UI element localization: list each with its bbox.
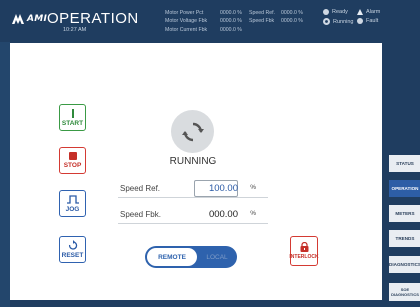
running-label: Running xyxy=(333,18,354,25)
nav-item-diagnostics[interactable]: DIAGNOSTICS xyxy=(389,256,420,273)
status-row: Motor Power Pct 0000.0 % Speed Ref. 0000.0 … xyxy=(165,9,313,17)
speed-fbk-label: Speed Fbk. xyxy=(120,210,161,219)
nav-item-soe-diagnostics[interactable]: SOE DIAGNOSTICS xyxy=(389,283,420,301)
start-label: START xyxy=(61,119,84,127)
nav-item-status[interactable]: STATUS xyxy=(389,155,420,172)
nav-item-meters[interactable]: METERS xyxy=(389,205,420,222)
readout-label: Motor Voltage Fbk xyxy=(165,18,208,25)
nav-item-operation[interactable]: OPERATION xyxy=(389,180,420,197)
speed-ref-value: 100.00 xyxy=(208,183,238,194)
status-row: Motor Voltage Fbk 0000.0 % Speed Fbk 0000.0… xyxy=(165,17,313,25)
readout-label: Motor Power Pct xyxy=(165,10,204,16)
nav-item-trends[interactable]: TRENDS xyxy=(389,230,420,247)
speed-fbk-unit: % xyxy=(250,210,256,217)
remote-option[interactable]: REMOTE xyxy=(147,248,197,266)
readout-label: Speed Fbk xyxy=(249,18,275,25)
readout-label: Motor Current Fbk xyxy=(165,26,208,33)
jog-pulse-icon xyxy=(66,194,79,204)
refresh-icon xyxy=(181,122,204,141)
fault-indicator: Fault xyxy=(357,18,378,24)
jog-label: JOG xyxy=(65,205,80,213)
page-title: OPERATION xyxy=(47,10,139,27)
reset-icon xyxy=(68,240,77,250)
speed-ref-unit: % xyxy=(250,184,256,191)
alarm-triangle-icon xyxy=(357,9,363,15)
reset-button[interactable]: RESET xyxy=(59,236,86,263)
left-edge-strip xyxy=(0,42,10,307)
reset-label: RESET xyxy=(61,252,84,259)
stop-button[interactable]: STOP xyxy=(59,147,86,174)
start-icon xyxy=(71,108,74,118)
ready-indicator: Ready xyxy=(323,9,348,15)
alarm-indicator: Alarm xyxy=(357,9,380,15)
interlock-button[interactable]: INTERLOCK xyxy=(289,236,319,266)
hmi-screen: AMI OPERATION 10:27 AM Motor Power Pct 00… xyxy=(0,0,420,307)
speed-ref-label: Speed Ref. xyxy=(120,184,161,193)
status-readouts: Motor Power Pct 0000.0 % Speed Ref. 0000.0 … xyxy=(165,9,313,34)
remote-local-toggle[interactable]: REMOTE LOCAL xyxy=(145,246,237,268)
run-state-indicator xyxy=(171,110,214,153)
stop-icon xyxy=(68,152,77,160)
running-indicator: Running xyxy=(323,18,354,25)
fault-dot-icon xyxy=(357,18,363,24)
status-row: Motor Current Fbk 0000.0 % xyxy=(165,26,313,34)
ami-logo-icon xyxy=(11,13,25,25)
alarm-label: Alarm xyxy=(366,9,381,15)
stop-label: STOP xyxy=(63,162,82,169)
start-button[interactable]: START xyxy=(59,104,86,131)
local-option[interactable]: LOCAL xyxy=(197,254,237,261)
speed-fbk-value: 000.00 xyxy=(208,209,238,220)
logo-text: AMI xyxy=(27,14,48,24)
readout-value: 0000.0 % xyxy=(220,18,242,25)
readout-value: 0000.0 % xyxy=(281,10,303,16)
jog-button[interactable]: JOG xyxy=(59,190,86,217)
interlock-label: INTERLOCK xyxy=(289,254,319,260)
lock-icon xyxy=(300,242,308,252)
speed-fbk-row: Speed Fbk. 000.00 % xyxy=(118,206,268,224)
header-bar: AMI OPERATION 10:27 AM Motor Power Pct 00… xyxy=(0,0,420,42)
speed-ref-row: Speed Ref. 100.00 % xyxy=(118,180,268,198)
fault-label: Fault xyxy=(366,18,379,24)
ready-dot-icon xyxy=(323,9,329,15)
running-gear-icon xyxy=(323,18,330,25)
clock: 10:27 AM xyxy=(63,27,87,33)
readout-value: 0000.0 % xyxy=(281,18,303,25)
readout-label: Speed Ref. xyxy=(249,10,275,16)
logo: AMI xyxy=(11,13,47,25)
readout-value: 0000.0 % xyxy=(220,26,242,33)
run-state-label: RUNNING xyxy=(169,156,217,167)
ready-label: Ready xyxy=(332,9,348,15)
readout-value: 0000.0 % xyxy=(220,10,242,16)
